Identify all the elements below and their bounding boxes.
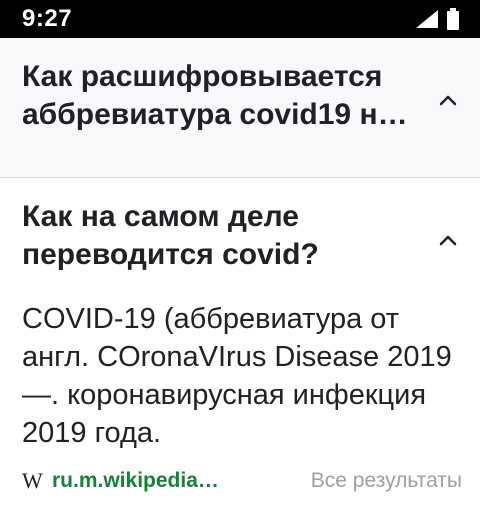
- faq-item-expanded: Как на самом деле переводится covid? COV…: [0, 178, 480, 518]
- faq-question-1[interactable]: Как расшифровывается аббревиатура covid1…: [22, 58, 422, 134]
- status-icons: [414, 8, 460, 30]
- source-link[interactable]: ru.m.wikipedia…: [52, 469, 219, 493]
- source-row: W ru.m.wikipedia… Все результаты: [22, 466, 462, 496]
- chevron-up-icon[interactable]: [436, 228, 460, 252]
- chevron-up-icon[interactable]: [436, 88, 460, 112]
- status-time: 9:27: [22, 5, 73, 32]
- wikipedia-icon: W: [22, 468, 43, 493]
- all-results-link[interactable]: Все результаты: [311, 469, 462, 493]
- faq-question-2[interactable]: Как на самом деле переводится covid?: [22, 198, 422, 274]
- battery-icon: [446, 8, 460, 30]
- faq-answer: COVID-19 (аббревиатура от англ. COronaVI…: [22, 303, 452, 449]
- signal-icon: [414, 8, 440, 30]
- faq-item-collapsed[interactable]: Как расшифровывается аббревиатура covid1…: [0, 38, 480, 178]
- status-bar: 9:27: [0, 0, 480, 38]
